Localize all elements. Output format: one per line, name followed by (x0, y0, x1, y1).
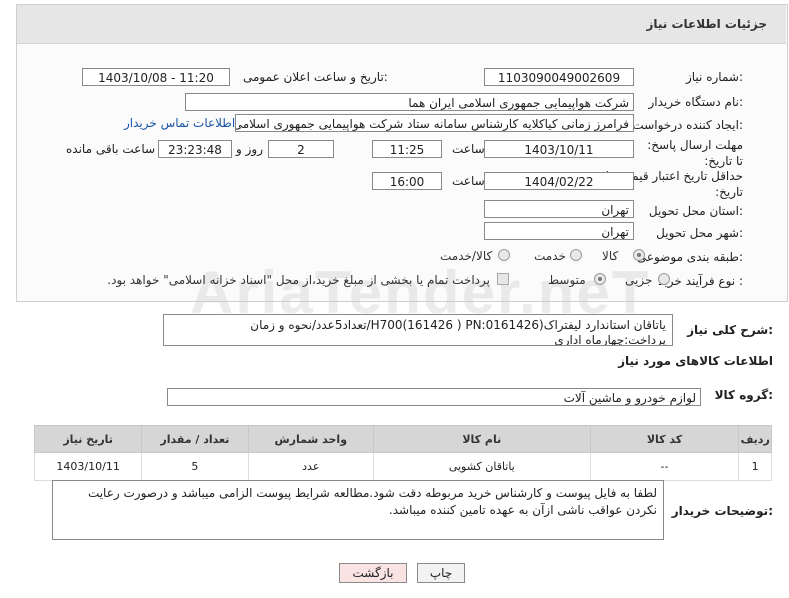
days-label: روز و (236, 142, 263, 156)
category-radio-service[interactable] (570, 249, 582, 261)
description-field: یاتاقان استاندارد لیفتراک(H700(161426 ) … (163, 314, 673, 346)
process-option-minor: جزیی (625, 273, 653, 287)
buyer-notes-label: توضیحات خریدار: (671, 504, 773, 518)
items-table-header-row: تاریخ نیاز تعداد / مقدار واحد شمارش نام … (33, 425, 772, 453)
process-label: نوع فرآیند خرید : (658, 274, 743, 288)
need-number-label: شماره نیاز: (685, 70, 743, 84)
province-field: تهران (484, 200, 634, 218)
page-title: جزئیات اطلاعات نیاز (646, 17, 767, 31)
cell-item-code: -- (589, 452, 740, 481)
cell-quantity: 5 (141, 452, 249, 481)
city-label: شهر محل تحویل: (656, 226, 743, 240)
deadline-label: مهلت ارسال پاسخ: تا تاریخ: (647, 138, 743, 168)
cell-item-name: یاتاقان کشویی (373, 452, 591, 481)
category-radio-goods-service[interactable] (498, 249, 510, 261)
requester-field: فرامرز زمانی کیاکلایه کارشناس سامانه ستا… (235, 114, 634, 132)
requester-label: ایجاد کننده درخواست: (632, 118, 743, 132)
deadline-time-label: ساعت (452, 142, 485, 156)
process-radio-minor[interactable] (658, 273, 670, 285)
col-unit: واحد شمارش (247, 425, 375, 453)
buyer-org-field: شرکت هواپیمایی جمهوری اسلامی ایران هما (185, 93, 634, 111)
deadline-time-field: 11:25 (372, 140, 442, 158)
description-label: شرح کلی نیاز: (687, 323, 773, 337)
category-option-goods: کالا (602, 249, 619, 263)
validity-time-field: 16:00 (372, 172, 442, 190)
col-row-number: ردیف (738, 425, 772, 453)
category-label: طبقه بندی موضوعی: (636, 250, 743, 264)
remaining-time-field: 23:23:48 (158, 140, 232, 158)
category-radio-goods[interactable] (633, 249, 645, 261)
buyer-org-label: نام دستگاه خریدار: (648, 95, 744, 109)
goods-section-title: اطلاعات کالاهای مورد نیاز (618, 354, 773, 368)
validity-date-field: 1404/02/22 (484, 172, 634, 190)
process-radio-medium[interactable] (594, 273, 606, 285)
category-option-service: خدمت (534, 249, 566, 263)
col-item-name: نام کالا (373, 425, 591, 453)
goods-group-field: لوازم خودرو و ماشین آلات (167, 388, 701, 406)
cell-row-number: 1 (738, 452, 772, 481)
print-button[interactable]: چاپ (417, 563, 465, 583)
col-need-date: تاریخ نیاز (33, 425, 143, 453)
cell-need-date: 1403/10/11 (33, 452, 143, 481)
category-option-goods-service: کالا/خدمت (440, 249, 493, 263)
validity-time-label: ساعت (452, 174, 485, 188)
treasury-note: پرداخت تمام یا بخشی از مبلغ خرید،از محل … (107, 273, 490, 287)
table-row: 1403/10/11 5 عدد یاتاقان کشویی -- 1 (33, 452, 772, 481)
deadline-date-field: 1403/10/11 (484, 140, 634, 158)
remaining-label: ساعت باقی مانده (66, 142, 156, 156)
cell-unit: عدد (247, 452, 375, 481)
buyer-contact-link[interactable]: اطلاعات تماس خریدار (124, 116, 235, 130)
col-item-code: کد کالا (589, 425, 740, 453)
treasury-checkbox[interactable] (497, 273, 509, 285)
process-option-medium: متوسط (548, 273, 586, 287)
city-field: تهران (484, 222, 634, 240)
need-number-field: 1103090049002609 (484, 68, 634, 86)
items-table: تاریخ نیاز تعداد / مقدار واحد شمارش نام … (33, 425, 772, 481)
announce-datetime-label: تاریخ و ساعت اعلان عمومی: (243, 70, 388, 84)
back-button[interactable]: بازگشت (339, 563, 407, 583)
goods-group-label: گروه کالا: (714, 388, 773, 402)
buyer-notes-field: لطفا به فایل پیوست و کارشناس خرید مربوطه… (52, 480, 664, 540)
deadline-days-field: 2 (268, 140, 334, 158)
col-quantity: تعداد / مقدار (141, 425, 249, 453)
announce-datetime-field: 1403/10/08 - 11:20 (82, 68, 230, 86)
province-label: استان محل تحویل: (648, 204, 743, 218)
